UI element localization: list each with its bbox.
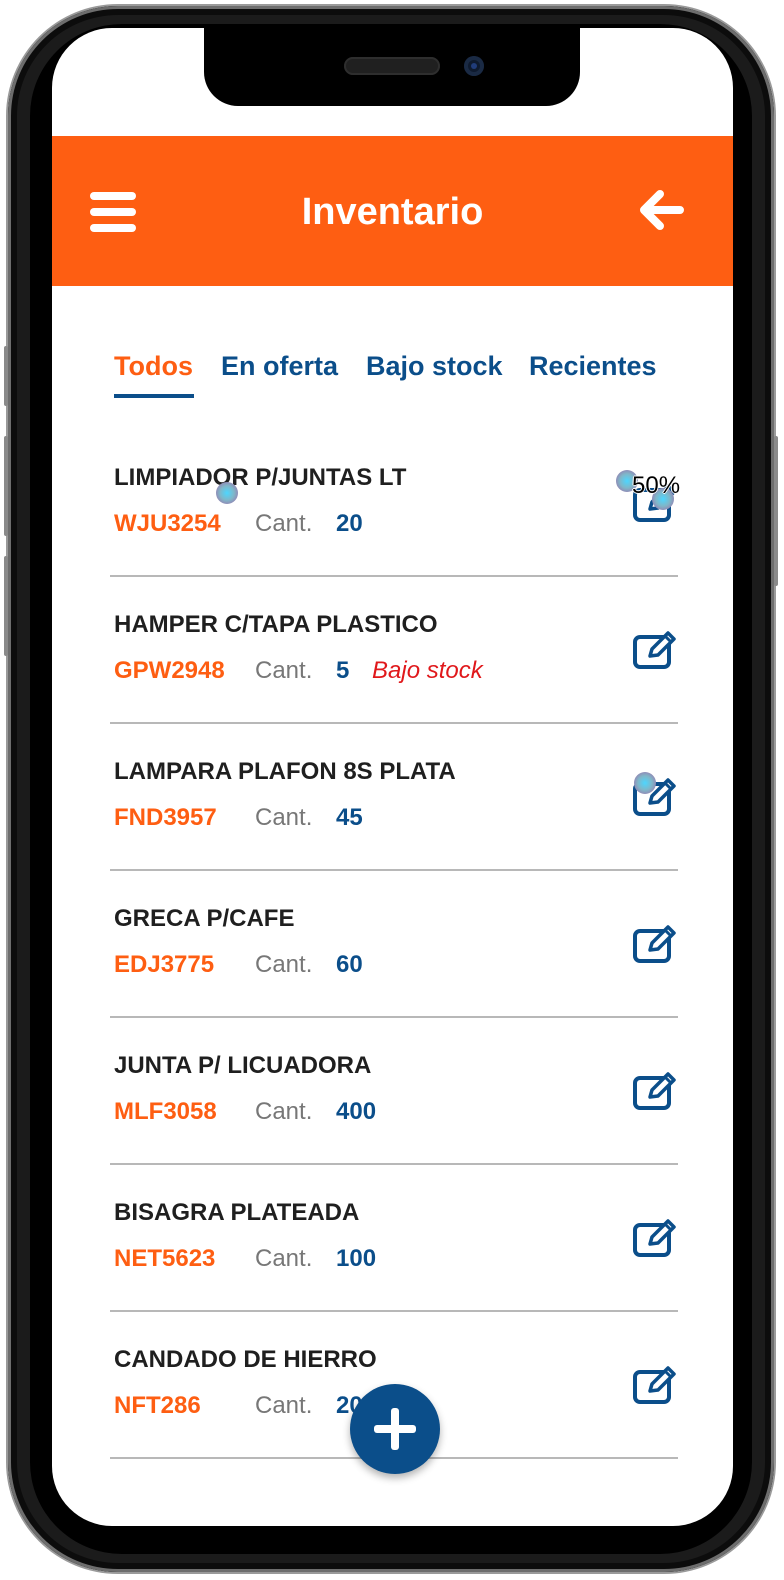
item-name: HAMPER C/TAPA PLASTICO <box>114 611 438 638</box>
list-item[interactable]: BISAGRA PLATEADA NET5623 Cant. 100 <box>110 1163 678 1312</box>
item-name: LAMPARA PLAFON 8S PLATA <box>114 758 456 785</box>
tab-en-oferta[interactable]: En oferta <box>221 346 338 386</box>
item-name: JUNTA P/ LICUADORA <box>114 1052 372 1079</box>
list-item[interactable]: HAMPER C/TAPA PLASTICO GPW2948 Cant. 5 B… <box>110 575 678 724</box>
list-item[interactable]: LAMPARA PLAFON 8S PLATA FND3957 Cant. 45 <box>110 722 678 871</box>
touch-indicator <box>216 482 238 504</box>
page-title: Inventario <box>301 191 484 233</box>
item-quantity-label: Cant. <box>255 1392 313 1419</box>
item-quantity-label: Cant. <box>255 1098 313 1125</box>
item-quantity-label: Cant. <box>255 804 313 831</box>
low-stock-badge: Bajo stock <box>372 657 483 684</box>
tab-bajo-stock[interactable]: Bajo stock <box>366 346 503 386</box>
touch-indicator <box>634 772 656 794</box>
phone-side-button <box>4 346 8 406</box>
tab-recientes[interactable]: Recientes <box>529 346 657 386</box>
phone-notch <box>204 28 580 106</box>
edit-icon[interactable] <box>632 629 678 671</box>
list-item[interactable]: LIMPIADOR P/JUNTAS LT WJU3254 Cant. 20 <box>110 428 678 577</box>
item-code: EDJ3775 <box>114 951 215 978</box>
item-code: FND3957 <box>114 804 217 831</box>
item-quantity: 45 <box>336 804 363 831</box>
item-code: NFT286 <box>114 1392 201 1419</box>
speaker-grille <box>344 57 440 75</box>
item-quantity: 5 <box>336 657 350 684</box>
zoom-percentage-label: 50% <box>632 472 681 499</box>
item-quantity-label: Cant. <box>255 951 313 978</box>
item-code: MLF3058 <box>114 1098 217 1125</box>
arrow-left-icon[interactable] <box>640 188 684 232</box>
item-code: WJU3254 <box>114 510 221 537</box>
phone-volume-up <box>4 436 8 536</box>
filter-tabs: Todos En oferta Bajo stock Recientes <box>114 346 694 406</box>
front-camera <box>464 56 484 76</box>
item-quantity-label: Cant. <box>255 510 313 537</box>
add-item-button[interactable] <box>350 1384 440 1474</box>
active-tab-indicator <box>114 394 194 398</box>
phone-volume-down <box>4 556 8 656</box>
item-quantity: 100 <box>336 1245 377 1272</box>
app-header: Inventario <box>52 136 733 286</box>
item-quantity-label: Cant. <box>255 1245 313 1272</box>
tab-todos[interactable]: Todos <box>114 346 193 386</box>
item-name: LIMPIADOR P/JUNTAS LT <box>114 464 407 491</box>
edit-icon[interactable] <box>632 1217 678 1259</box>
app-screen: Inventario Todos En oferta Bajo stock Re… <box>52 28 733 1526</box>
item-quantity: 60 <box>336 951 363 978</box>
item-name: BISAGRA PLATEADA <box>114 1199 360 1226</box>
item-quantity-label: Cant. <box>255 657 313 684</box>
item-quantity: 400 <box>336 1098 377 1125</box>
list-item[interactable]: GRECA P/CAFE EDJ3775 Cant. 60 <box>110 869 678 1018</box>
phone-power-button <box>774 436 778 586</box>
list-item[interactable]: JUNTA P/ LICUADORA MLF3058 Cant. 400 <box>110 1016 678 1165</box>
edit-icon[interactable] <box>632 923 678 965</box>
item-code: NET5623 <box>114 1245 216 1272</box>
item-code: GPW2948 <box>114 657 225 684</box>
edit-icon[interactable] <box>632 1070 678 1112</box>
item-name: CANDADO DE HIERRO <box>114 1346 377 1373</box>
item-quantity: 20 <box>336 510 363 537</box>
item-name: GRECA P/CAFE <box>114 905 295 932</box>
edit-icon[interactable] <box>632 1364 678 1406</box>
